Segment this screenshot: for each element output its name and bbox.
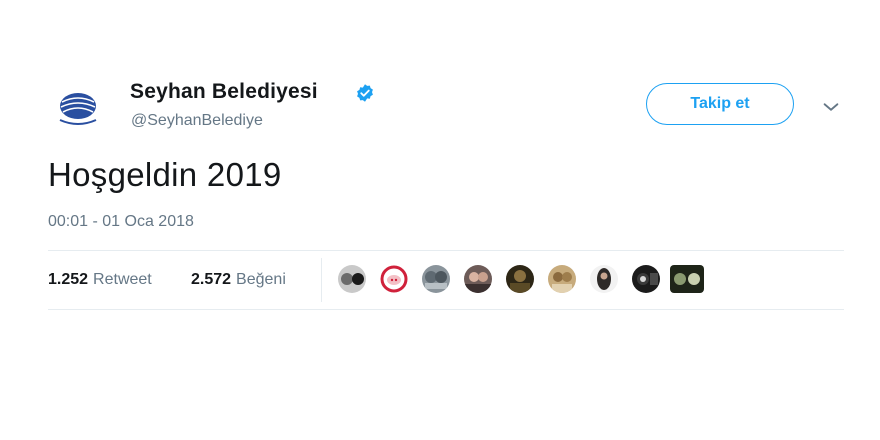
liker-avatar[interactable] xyxy=(548,265,576,293)
seyhan-logo-icon xyxy=(59,93,97,125)
divider xyxy=(48,309,844,310)
liker-avatar[interactable] xyxy=(338,265,366,293)
liker-avatar[interactable] xyxy=(380,265,408,293)
retweet-stat[interactable]: 1.252 Retweet xyxy=(48,271,152,289)
liker-avatar[interactable] xyxy=(590,265,618,293)
liker-avatar[interactable] xyxy=(632,265,660,293)
avatar[interactable] xyxy=(50,80,106,136)
liker-avatar[interactable] xyxy=(506,265,534,293)
stats-divider xyxy=(321,258,322,302)
like-count: 2.572 xyxy=(191,271,232,288)
divider xyxy=(48,250,844,251)
follow-button[interactable]: Takip et xyxy=(646,83,794,125)
liker-avatar[interactable] xyxy=(670,265,704,293)
retweet-count: 1.252 xyxy=(48,271,89,288)
retweet-label: Retweet xyxy=(93,271,152,288)
tweet-card: Seyhan Belediyesi @SeyhanBelediye Takip … xyxy=(0,0,880,440)
chevron-down-icon[interactable] xyxy=(820,96,842,118)
liker-avatar[interactable] xyxy=(464,265,492,293)
like-stat[interactable]: 2.572 Beğeni xyxy=(191,271,286,289)
like-label: Beğeni xyxy=(236,271,286,288)
tweet-text: Hoşgeldin 2019 xyxy=(48,156,282,193)
timestamp[interactable]: 00:01 - 01 Oca 2018 xyxy=(48,213,194,231)
verified-badge-icon xyxy=(357,84,373,102)
liker-avatar[interactable] xyxy=(422,265,450,293)
display-name[interactable]: Seyhan Belediyesi xyxy=(130,80,318,104)
handle[interactable]: @SeyhanBelediye xyxy=(131,112,263,130)
